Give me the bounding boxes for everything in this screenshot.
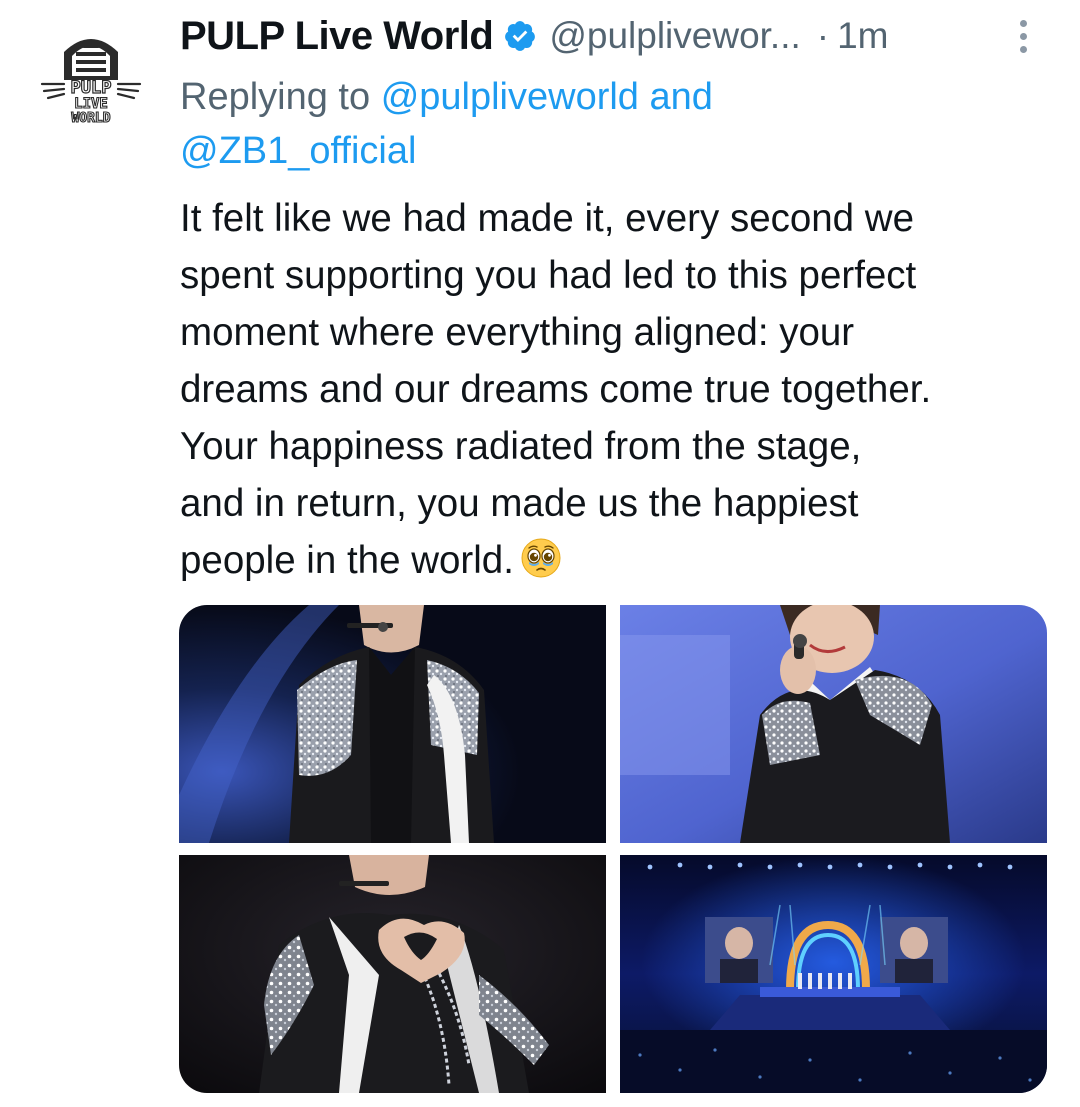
photo-concert-stage[interactable]	[620, 855, 1047, 1093]
more-vertical-icon	[1019, 19, 1027, 27]
mention-pulpliveworld[interactable]: @pulpliveworld	[381, 76, 639, 118]
svg-text:PULP: PULP	[71, 78, 112, 98]
display-name[interactable]: PULP Live World	[180, 14, 494, 59]
tweet-text: It felt like we had made it, every secon…	[180, 190, 1060, 595]
tweet-line: moment where everything aligned: your	[180, 311, 855, 354]
tweet-line: and in return, you made us the happiest	[180, 482, 859, 525]
tweet-line: spent supporting you had led to this per…	[180, 254, 917, 297]
svg-text:WORLD: WORLD	[71, 111, 110, 126]
avatar[interactable]: PULP LIVE WORLD	[30, 18, 152, 140]
photo-performer-heart-hands[interactable]	[179, 855, 606, 1093]
pleading-face-with-tears-emoji-icon	[520, 537, 562, 595]
replying-to: Replying to @pulpliveworld and @ZB1_offi…	[180, 70, 1040, 178]
verified-badge-icon	[503, 19, 537, 53]
svg-text:LIVE: LIVE	[74, 96, 108, 112]
photo-performer-singing[interactable]	[620, 605, 1047, 843]
photo-performer-sparkle-jacket[interactable]	[179, 605, 606, 843]
more-options-button[interactable]	[1005, 14, 1041, 58]
tweet-line: people in the world.	[180, 539, 514, 582]
tweet-line: dreams and our dreams come true together…	[180, 368, 932, 411]
user-handle[interactable]: @pulplivewor...	[549, 15, 800, 57]
media-grid	[179, 605, 1047, 1093]
timestamp[interactable]: 1m	[837, 15, 888, 57]
tweet-line: Your happiness radiated from the stage,	[180, 425, 862, 468]
separator-dot: ·	[816, 15, 830, 56]
mention-zb1-official[interactable]: @ZB1_official	[180, 130, 416, 172]
tweet-line: It felt like we had made it, every secon…	[180, 197, 915, 240]
replying-to-label: Replying to	[180, 76, 371, 118]
mention-joiner[interactable]: and	[650, 76, 713, 118]
tweet-header: PULP Live World @pulplivewor... · 1m	[180, 10, 1060, 62]
pulp-live-world-logo-icon: PULP LIVE WORLD	[31, 19, 151, 139]
